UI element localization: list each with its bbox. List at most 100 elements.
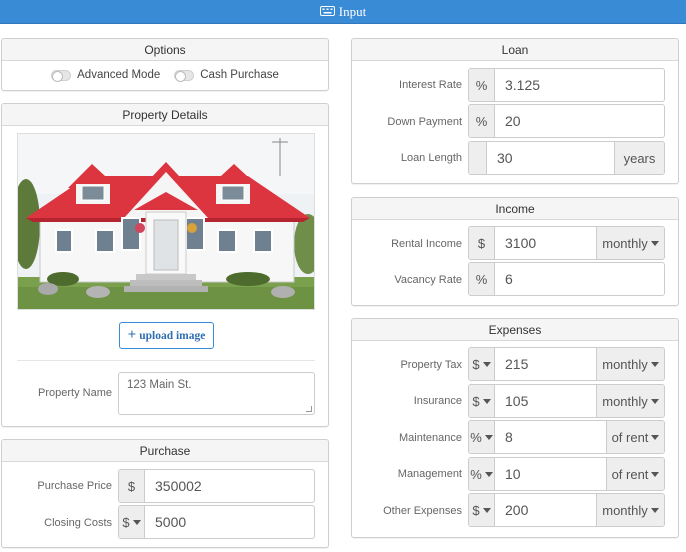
maintenance-period-dropdown[interactable]: of rent [606, 421, 664, 453]
blank-addon [469, 142, 487, 174]
vacancy-rate-field[interactable]: % 6 [468, 262, 665, 296]
other-expenses-input[interactable]: 200 [495, 494, 596, 526]
advanced-mode-toggle[interactable]: Advanced Mode [51, 69, 161, 82]
closing-costs-unit-dropdown[interactable]: $ [119, 506, 145, 538]
insurance-input[interactable]: 105 [495, 385, 596, 417]
loan-length-label: Loan Length [400, 152, 462, 164]
rental-income-input[interactable]: 3100 [495, 227, 596, 259]
management-input[interactable]: 10 [495, 458, 606, 490]
purchase-price-field[interactable]: $ 350002 [118, 469, 315, 503]
interest-rate-input[interactable]: 3.125 [495, 69, 664, 101]
insurance-period-dropdown[interactable]: monthly [596, 385, 664, 417]
header-title: Input [338, 3, 367, 19]
advanced-mode-label: Advanced Mode [77, 69, 161, 81]
insurance-period-label: monthly [602, 393, 648, 409]
property-image [17, 133, 315, 310]
maintenance-label: Maintenance [399, 432, 462, 444]
dollar-addon: $ [119, 470, 145, 502]
purchase-price-label: Purchase Price [37, 480, 112, 492]
maintenance-unit-dropdown[interactable]: % [469, 421, 495, 453]
management-period-label: of rent [611, 466, 649, 482]
rental-income-period-label: monthly [602, 235, 648, 251]
expenses-panel: Expenses Property Tax $ 215 monthly Insu… [351, 318, 679, 538]
options-panel: Options Advanced Mode Cash Purchase [1, 38, 329, 91]
management-period-dropdown[interactable]: of rent [606, 458, 664, 490]
down-payment-input[interactable]: 20 [495, 105, 664, 137]
caret-down-icon [132, 519, 141, 525]
property-name-label: Property Name [38, 387, 112, 399]
rental-income-field[interactable]: $ 3100 monthly [468, 226, 665, 260]
maintenance-field[interactable]: % 8 of rent [468, 420, 665, 454]
other-expenses-period-label: monthly [602, 502, 648, 518]
income-title: Income [352, 198, 678, 220]
income-panel: Income Rental Income $ 3100 monthly Vaca… [351, 197, 679, 306]
caret-down-icon [650, 361, 659, 367]
expenses-title: Expenses [352, 319, 678, 341]
loan-title: Loan [352, 39, 678, 61]
property-name-input[interactable]: 123 Main St. [118, 372, 315, 415]
caret-down-icon [484, 471, 493, 477]
loan-panel: Loan Interest Rate % 3.125 Down Payment … [351, 38, 679, 184]
closing-costs-label: Closing Costs [44, 517, 112, 529]
insurance-field[interactable]: $ 105 monthly [468, 384, 665, 418]
caret-down-icon [482, 361, 491, 367]
property-details-panel: Property Details + upload image Property… [1, 103, 329, 427]
vacancy-rate-input[interactable]: 6 [495, 263, 664, 295]
down-payment-label: Down Payment [387, 116, 462, 128]
closing-costs-input[interactable]: 5000 [145, 506, 314, 538]
keyboard-icon [319, 4, 335, 20]
upload-image-label: upload image [139, 329, 206, 342]
maintenance-unit-label: % [470, 429, 482, 445]
management-field[interactable]: % 10 of rent [468, 457, 665, 491]
maintenance-input[interactable]: 8 [495, 421, 606, 453]
property-tax-unit-dropdown[interactable]: $ [469, 348, 495, 380]
insurance-unit-dropdown[interactable]: $ [469, 385, 495, 417]
property-tax-input[interactable]: 215 [495, 348, 596, 380]
other-expenses-field[interactable]: $ 200 monthly [468, 493, 665, 527]
percent-addon: % [469, 263, 495, 295]
property-details-title: Property Details [2, 104, 328, 126]
management-label: Management [397, 468, 462, 480]
resize-handle[interactable] [306, 406, 312, 412]
property-tax-period-dropdown[interactable]: monthly [596, 348, 664, 380]
cash-purchase-toggle[interactable]: Cash Purchase [174, 69, 279, 82]
other-expenses-period-dropdown[interactable]: monthly [596, 494, 664, 526]
input-header-bar: Input [0, 0, 686, 24]
caret-down-icon [651, 471, 660, 477]
purchase-panel: Purchase Purchase Price $ 350002 Closing… [1, 439, 329, 548]
interest-rate-field[interactable]: % 3.125 [468, 68, 665, 102]
other-expenses-unit-dropdown[interactable]: $ [469, 494, 495, 526]
insurance-label: Insurance [413, 395, 462, 407]
upload-image-button[interactable]: + upload image [119, 322, 214, 349]
cash-purchase-switch[interactable] [174, 69, 195, 82]
options-title: Options [2, 39, 328, 61]
caret-down-icon [651, 434, 660, 440]
caret-down-icon [484, 434, 493, 440]
loan-length-input[interactable]: 30 [487, 142, 614, 174]
years-addon: years [614, 142, 664, 174]
loan-length-field[interactable]: 30 years [468, 141, 665, 175]
dollar-addon: $ [469, 227, 495, 259]
interest-rate-label: Interest Rate [399, 79, 462, 91]
caret-down-icon [482, 507, 491, 513]
plus-icon: + [127, 327, 137, 343]
divider [17, 360, 315, 361]
caret-down-icon [650, 507, 659, 513]
down-payment-field[interactable]: % 20 [468, 104, 665, 138]
other-expenses-label: Other Expenses [383, 505, 462, 517]
advanced-mode-switch[interactable] [51, 69, 72, 82]
property-tax-field[interactable]: $ 215 monthly [468, 347, 665, 381]
percent-addon: % [469, 69, 495, 101]
cash-purchase-label: Cash Purchase [200, 69, 279, 81]
management-unit-dropdown[interactable]: % [469, 458, 495, 490]
closing-costs-field[interactable]: $ 5000 [118, 505, 315, 539]
management-unit-label: % [470, 466, 482, 482]
property-name-placeholder: 123 Main St. [127, 379, 192, 391]
purchase-price-input[interactable]: 350002 [145, 470, 314, 502]
caret-down-icon [482, 398, 491, 404]
purchase-title: Purchase [2, 440, 328, 462]
insurance-unit-label: $ [472, 393, 480, 409]
percent-addon: % [469, 105, 495, 137]
rental-income-period-dropdown[interactable]: monthly [596, 227, 664, 259]
vacancy-rate-label: Vacancy Rate [394, 274, 462, 286]
